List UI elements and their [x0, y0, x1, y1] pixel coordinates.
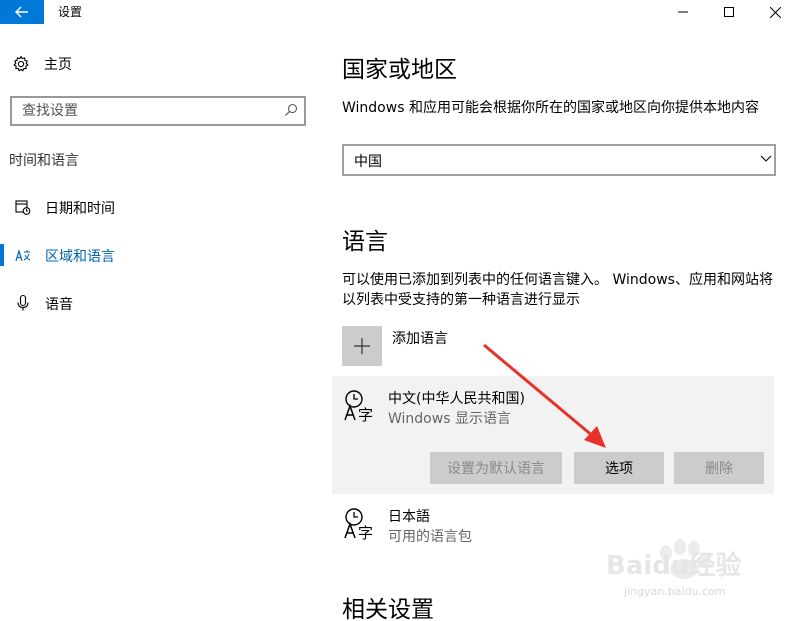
- language-heading: 语言: [342, 229, 388, 255]
- language-name: 日本語: [388, 509, 430, 525]
- nav-home-label: 主页: [44, 57, 72, 73]
- calendar-clock-icon: [14, 198, 32, 216]
- search-icon: [285, 103, 298, 116]
- minimize-button[interactable]: [660, 0, 706, 24]
- language-icon: 字: [342, 388, 376, 422]
- related-settings-heading: 相关设置: [342, 597, 434, 621]
- section-heading: 时间和语言: [9, 153, 79, 169]
- back-arrow-icon: [15, 6, 28, 18]
- close-button[interactable]: [752, 0, 792, 24]
- sidebar: 主页 时间和语言 日期和时间 区域和语言: [0, 24, 320, 621]
- language-item-selected[interactable]: 字 中文(中华人民共和国) Windows 显示语言 设置为默认语言 选项 删除: [332, 376, 774, 494]
- plus-icon: [354, 338, 370, 354]
- language-icon: 字: [342, 506, 376, 540]
- language-description: 可以使用已添加到列表中的任何语言键入。 Windows、应用和网站将以列表中受支…: [342, 272, 773, 308]
- sidebar-item-speech[interactable]: 语音: [0, 288, 320, 318]
- svg-text:字: 字: [358, 524, 373, 540]
- microphone-icon: [14, 294, 32, 312]
- country-region-value: 中国: [354, 154, 382, 170]
- chevron-down-icon: [760, 155, 772, 162]
- language-subtitle: Windows 显示语言: [388, 411, 511, 427]
- title-bar: 设置: [0, 0, 792, 24]
- sidebar-item-label: 日期和时间: [45, 201, 115, 217]
- close-icon: [769, 6, 781, 18]
- language-subtitle: 可用的语言包: [388, 529, 472, 545]
- sidebar-item-label: 语音: [45, 297, 73, 313]
- maximize-icon: [724, 7, 734, 17]
- sidebar-item-label: 区域和语言: [45, 249, 115, 265]
- back-button[interactable]: [0, 0, 44, 24]
- region-language-icon: [14, 246, 32, 264]
- region-heading: 国家或地区: [342, 57, 457, 83]
- window-title: 设置: [58, 5, 83, 19]
- minimize-icon: [678, 11, 688, 13]
- svg-text:字: 字: [358, 406, 373, 422]
- region-description: Windows 和应用可能会根据你所在的国家或地区向你提供本地内容: [342, 100, 759, 116]
- gear-icon: [13, 55, 29, 72]
- language-name: 中文(中华人民共和国): [388, 391, 525, 407]
- watermark: Baidu经验 jingyan.baidu.com: [604, 527, 774, 607]
- sidebar-item-date-time[interactable]: 日期和时间: [0, 192, 320, 222]
- watermark-url: jingyan.baidu.com: [624, 585, 726, 598]
- add-language-button[interactable]: [342, 326, 382, 366]
- sidebar-item-region-language[interactable]: 区域和语言: [0, 240, 320, 270]
- search-box[interactable]: [10, 96, 306, 126]
- remove-button[interactable]: 删除: [674, 452, 764, 484]
- options-button[interactable]: 选项: [574, 452, 664, 484]
- search-input[interactable]: [12, 98, 272, 124]
- country-region-dropdown[interactable]: 中国: [342, 144, 776, 176]
- set-default-button[interactable]: 设置为默认语言: [430, 452, 562, 484]
- add-language-label[interactable]: 添加语言: [392, 328, 448, 348]
- nav-home[interactable]: 主页: [12, 52, 72, 76]
- active-indicator: [0, 244, 4, 266]
- maximize-button[interactable]: [706, 0, 752, 24]
- watermark-brand: Baidu经验: [606, 551, 742, 581]
